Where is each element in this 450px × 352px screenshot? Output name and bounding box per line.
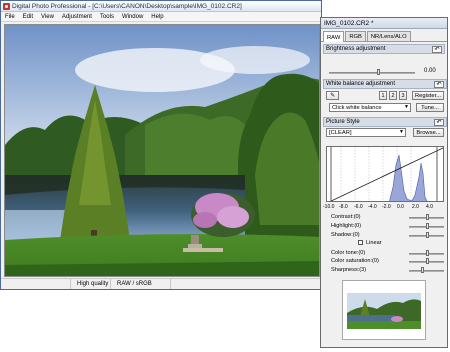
tab-nr-lens-alo[interactable]: NR/Lens/ALO [366,31,411,41]
sharpness-slider-thumb[interactable] [421,267,424,273]
axis-tick-label: -8.0 [339,204,348,210]
axis-tick-label: 2.0 [412,204,419,210]
chevron-down-icon: ▼ [404,104,409,110]
brightness-value[interactable]: 0.00 [424,68,436,74]
status-blank [1,279,71,289]
tool-palette: IMG_0102.CR2 * RAW RGB NR/Lens/ALO Brigh… [320,17,448,348]
status-bar: High quality RAW / sRGB [1,278,321,289]
brightness-slider[interactable] [329,72,415,74]
tab-rgb[interactable]: RGB [345,31,366,41]
picture-style-header: Picture Style ↶ [323,117,447,127]
axis-tick-label: -4.0 [368,204,377,210]
menu-edit[interactable]: Edit [19,14,37,20]
title-bar[interactable]: Digital Photo Professional - [C:\Users\C… [1,1,321,12]
main-window: Digital Photo Professional - [C:\Users\C… [0,0,322,290]
brightness-header: Brightness adjustment ↶ [323,44,445,54]
tone-curve-histogram[interactable] [326,146,444,202]
linear-checkbox[interactable] [358,240,363,245]
wb-preset-3[interactable]: 3 [399,91,407,100]
picture-style-undo-icon[interactable]: ↶ [434,119,444,126]
app-icon [3,2,10,10]
color-tone-slider-thumb[interactable] [426,250,429,256]
axis-tick-label: 0.0 [397,204,404,210]
picture-style-heading: Picture Style [326,119,360,125]
palette-title: IMG_0102.CR2 * [324,19,374,27]
menu-tools[interactable]: Tools [96,14,118,20]
eyedropper-icon[interactable]: ✎ [326,91,339,100]
axis-tick-label: -2.0 [382,204,391,210]
status-color-space: RAW / sRGB [111,279,171,289]
sharpness-label: Sharpness:(3) [331,267,367,273]
menu-view[interactable]: View [37,14,58,20]
thumbnail-photo [343,281,425,339]
tab-raw[interactable]: RAW [323,31,345,42]
color-tone-label: Color tone:(0) [331,250,366,256]
menu-window[interactable]: Window [118,14,147,20]
image-viewport[interactable] [4,24,320,277]
register-button[interactable]: Register... [412,91,444,100]
picture-style-select[interactable]: [CLEAR] ▼ [326,128,406,137]
contrast-slider-thumb[interactable] [426,214,429,220]
brightness-slider-thumb[interactable] [377,69,380,75]
menu-bar: File Edit View Adjustment Tools Window H… [1,12,321,22]
preview-thumbnail [342,280,426,340]
highlight-label: Highlight:(0) [331,223,362,229]
axis-tick-label: -6.0 [354,204,363,210]
white-balance-select[interactable]: Click white balance ▼ [329,103,411,112]
contrast-label: Contrast:(0) [331,214,361,220]
palette-title-bar[interactable]: IMG_0102.CR2 * [321,18,447,29]
linear-label: Linear [366,240,382,246]
sharpness-slider[interactable] [409,270,444,272]
color-saturation-slider-thumb[interactable] [426,258,429,264]
brightness-heading: Brightness adjustment [326,46,386,52]
wb-preset-1[interactable]: 1 [379,91,387,100]
tune-button[interactable]: Tune... [416,103,444,112]
palette-tabs: RAW RGB NR/Lens/ALO [321,31,447,42]
white-balance-selected: Click white balance [332,104,382,111]
highlight-slider-thumb[interactable] [426,223,429,229]
wb-preset-2[interactable]: 2 [389,91,397,100]
axis-tick-label: -10.0 [323,204,335,210]
axis-tick-label: 4.0 [426,204,433,210]
color-saturation-label: Color saturation:(0) [331,258,379,264]
window-title: Digital Photo Professional - [C:\Users\C… [12,2,242,10]
menu-file[interactable]: File [1,14,19,20]
landscape-photo [5,25,319,276]
brightness-undo-icon[interactable]: ↶ [432,46,442,53]
picture-style-selected: [CLEAR] [329,129,352,136]
browse-button[interactable]: Browse... [413,128,444,137]
white-balance-header: White balance adjustment ↶ [323,79,447,89]
status-quality: High quality [71,279,111,289]
shadow-label: Shadow:(0) [331,232,360,238]
white-balance-undo-icon[interactable]: ↶ [434,81,444,88]
menu-help[interactable]: Help [147,14,167,20]
histogram-graph [327,147,443,201]
chevron-down-icon: ▼ [399,129,404,135]
menu-adjustment[interactable]: Adjustment [58,14,96,20]
shadow-slider-thumb[interactable] [426,232,429,238]
white-balance-heading: White balance adjustment [326,81,396,87]
